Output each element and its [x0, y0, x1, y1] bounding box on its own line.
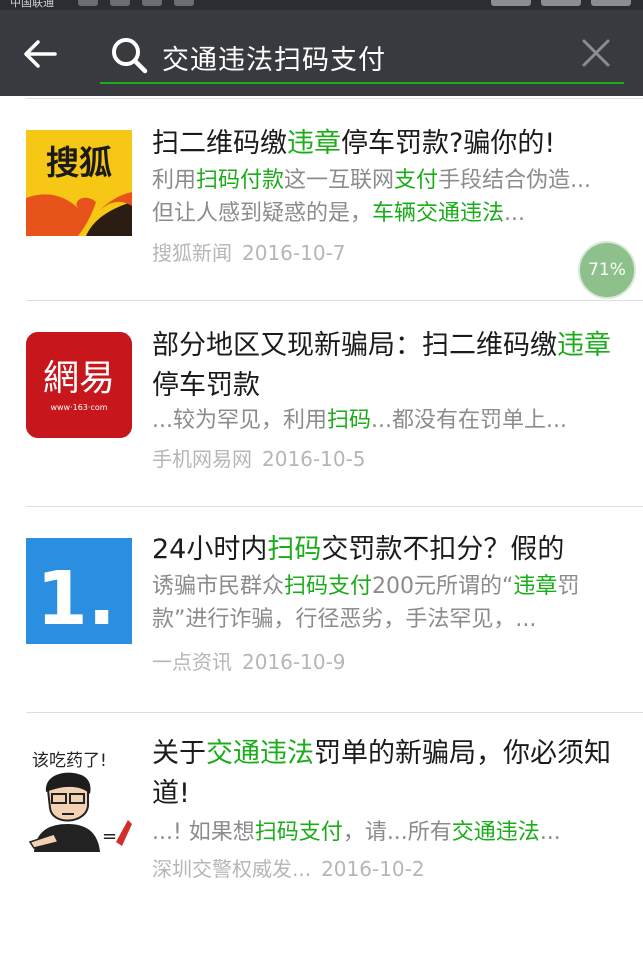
search-header: 交通违法扫码支付 — [0, 10, 643, 96]
netease-logo: 網易 www·163·com — [26, 332, 132, 438]
result-source: 搜狐新闻 — [152, 241, 232, 265]
text-segment: 停车罚款?骗你的! — [341, 128, 556, 159]
text-segment: 这一互联网 — [284, 168, 395, 193]
logo-text: 1. — [36, 556, 116, 642]
list-item[interactable]: 網易 www·163·com 部分地区又现新骗局：扫二维码缴违章停车罚款 ...… — [0, 300, 643, 506]
status-indicators — [491, 0, 631, 6]
text-segment: ...较为罕见，利用 — [152, 408, 327, 433]
text-segment: 关于 — [152, 738, 206, 769]
highlighted-keyword: 交通违法 — [206, 738, 314, 769]
result-meta: 深圳交警权威发... 2016-10-2 — [152, 853, 425, 882]
highlighted-keyword: 扫码付款 — [196, 168, 285, 193]
sohu-logo: 搜狐 — [26, 130, 132, 236]
result-date: 2016-10-9 — [242, 650, 346, 674]
list-item[interactable]: 该吃药了! = 关于交通违法罚单的新骗局，你必须知道! ...! 如果想扫码支付… — [0, 712, 643, 972]
result-snippet: ...较为罕见，利用扫码...都没有在罚单上... — [152, 404, 612, 437]
result-title[interactable]: 24小时内扫码交罚款不扣分？假的 — [152, 530, 612, 570]
highlighted-keyword: 扫码 — [267, 534, 322, 565]
yidian-logo: 1. — [26, 538, 132, 644]
divider — [26, 98, 643, 99]
highlighted-keyword: 车辆交通违法 — [372, 201, 505, 226]
result-source: 深圳交警权威发... — [152, 857, 312, 881]
text-segment: ... — [504, 201, 526, 226]
logo-text: 该吃药了! — [32, 751, 107, 771]
highlighted-keyword: 扫码支付 — [284, 574, 373, 599]
back-button[interactable] — [18, 32, 62, 76]
carrier-label: 中国联通 — [10, 0, 54, 9]
result-date: 2016-10-7 — [242, 241, 346, 265]
divider — [26, 300, 643, 301]
result-snippet: ...! 如果想扫码支付，请...所有交通违法... — [152, 816, 612, 849]
result-meta: 一点资讯 2016-10-9 — [152, 646, 346, 675]
text-segment: ，请...所有 — [342, 820, 452, 845]
text-segment: 利用 — [152, 168, 197, 193]
highlighted-keyword: 违章 — [557, 330, 611, 361]
search-query[interactable]: 交通违法扫码支付 — [162, 38, 386, 77]
highlighted-keyword: 扫码支付 — [254, 820, 343, 845]
logo-subtext: www·163·com — [50, 403, 107, 412]
result-date: 2016-10-5 — [262, 447, 366, 471]
text-segment: 部分地区又现新骗局：扫二维码缴 — [152, 330, 557, 361]
result-meta: 搜狐新闻 2016-10-7 — [152, 237, 346, 266]
result-title[interactable]: 关于交通违法罚单的新骗局，你必须知道! — [152, 734, 612, 814]
search-icon — [112, 38, 148, 74]
highlighted-keyword: 支付 — [394, 168, 439, 193]
reading-progress-badge: 71% — [578, 241, 636, 299]
result-source: 手机网易网 — [152, 447, 252, 471]
result-snippet: 诱骗市民群众扫码支付200元所谓的“违章罚款”进行诈骗，行径恶劣，手法罕见，..… — [152, 570, 612, 636]
highlighted-keyword: 违章 — [287, 128, 341, 159]
text-segment: 200元所谓的“ — [372, 574, 514, 599]
text-segment: ...都没有在罚单上... — [371, 408, 567, 433]
result-title[interactable]: 扫二维码缴违章停车罚款?骗你的! — [152, 124, 612, 164]
result-snippet: 利用扫码付款这一互联网支付手段结合伪造...但让人感到疑惑的是，车辆交通违法..… — [152, 164, 612, 230]
highlighted-keyword: 违章 — [513, 574, 558, 599]
text-segment: ... — [539, 820, 561, 845]
search-input[interactable]: 交通违法扫码支付 — [100, 24, 624, 84]
status-bar: 中国联通 — [0, 0, 643, 10]
text-segment: ...! 如果想 — [152, 820, 255, 845]
logo-text: 網易 — [43, 358, 115, 399]
divider — [26, 506, 643, 507]
svg-text:=: = — [102, 826, 117, 847]
list-item[interactable]: 搜狐 扫二维码缴违章停车罚款?骗你的! 利用扫码付款这一互联网支付手段结合伪造.… — [0, 96, 643, 300]
cartoon-thumbnail: 该吃药了! = — [26, 746, 132, 852]
text-segment: 扫二维码缴 — [152, 128, 287, 159]
result-date: 2016-10-2 — [321, 857, 425, 881]
status-icons — [78, 0, 194, 6]
highlighted-keyword: 扫码 — [326, 408, 371, 433]
logo-text: 搜狐 — [46, 143, 112, 182]
text-segment: 诱骗市民群众 — [152, 574, 285, 599]
highlighted-keyword: 交通违法 — [451, 820, 540, 845]
text-segment: 交罚款不扣分？假的 — [321, 534, 565, 565]
result-title[interactable]: 部分地区又现新骗局：扫二维码缴违章停车罚款 — [152, 326, 612, 406]
list-item[interactable]: 1. 24小时内扫码交罚款不扣分？假的 诱骗市民群众扫码支付200元所谓的“违章… — [0, 506, 643, 712]
result-source: 一点资讯 — [152, 650, 232, 674]
divider — [26, 712, 643, 713]
close-icon[interactable] — [580, 37, 612, 69]
arrow-left-icon — [24, 40, 57, 68]
result-meta: 手机网易网 2016-10-5 — [152, 443, 366, 472]
text-segment: 停车罚款 — [152, 370, 260, 401]
text-segment: 24小时内 — [152, 534, 268, 565]
